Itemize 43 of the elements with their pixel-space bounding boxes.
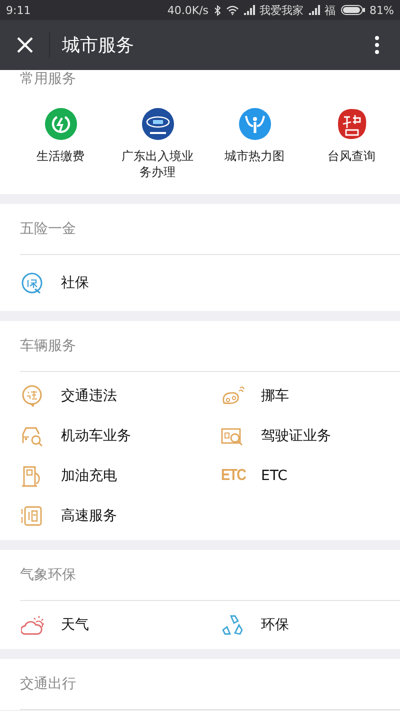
car-search-icon <box>21 425 43 447</box>
seal-icon <box>336 108 368 140</box>
service-label[interactable]: 台风查询 <box>312 148 392 164</box>
service-label[interactable]: 广东出入境业务办理 <box>118 148 198 180</box>
signal-icon <box>244 5 255 15</box>
close-icon <box>16 36 34 54</box>
service-label[interactable]: 高速服务 <box>61 507 117 525</box>
service-label[interactable]: 社保 <box>61 274 89 292</box>
carrier-name: 我爱我家 <box>260 2 304 18</box>
lightning-icon <box>44 108 76 140</box>
service-label[interactable]: 环保 <box>261 616 289 634</box>
wifi-icon <box>226 5 239 15</box>
section-heading: 五险一金 <box>20 204 400 255</box>
section-heading: 交通出行 <box>20 659 400 710</box>
service-label[interactable]: ETC <box>261 468 288 484</box>
service-label[interactable]: 城市热力图 <box>214 148 294 164</box>
bluetooth-icon <box>214 4 221 16</box>
more-icon <box>375 36 379 54</box>
section-heading: 车辆服务 <box>20 321 400 372</box>
carrier-name: 福 <box>324 2 336 18</box>
service-label[interactable]: 生活缴费 <box>20 148 100 164</box>
service-label[interactable]: 挪车 <box>261 387 289 405</box>
section-heading: 气象环保 <box>20 550 400 601</box>
service-label[interactable]: 驾驶证业务 <box>261 427 331 445</box>
badge-icon <box>21 272 43 294</box>
signal-icon <box>308 5 320 15</box>
etc-icon: ETC <box>221 467 246 485</box>
figure-icon <box>238 108 270 140</box>
service-label[interactable]: 加油充电 <box>61 467 117 485</box>
page-title: 城市服务 <box>62 34 135 57</box>
service-label[interactable]: 交通违法 <box>61 387 117 405</box>
more-button[interactable] <box>372 33 382 57</box>
clock: 9:11 <box>6 4 31 16</box>
network-speed: 40.0K/s <box>167 4 209 16</box>
battery-icon <box>340 5 365 15</box>
service-label[interactable]: 天气 <box>61 616 89 634</box>
battery-percent: 81% <box>370 4 394 16</box>
recycle-icon <box>221 614 245 636</box>
cloud-sun-icon <box>21 614 45 636</box>
section-heading: 常用服务 <box>20 70 77 89</box>
service-label[interactable]: 机动车业务 <box>61 427 131 445</box>
fuel-pump-icon <box>21 465 43 487</box>
speech-bubble-icon <box>21 385 43 407</box>
